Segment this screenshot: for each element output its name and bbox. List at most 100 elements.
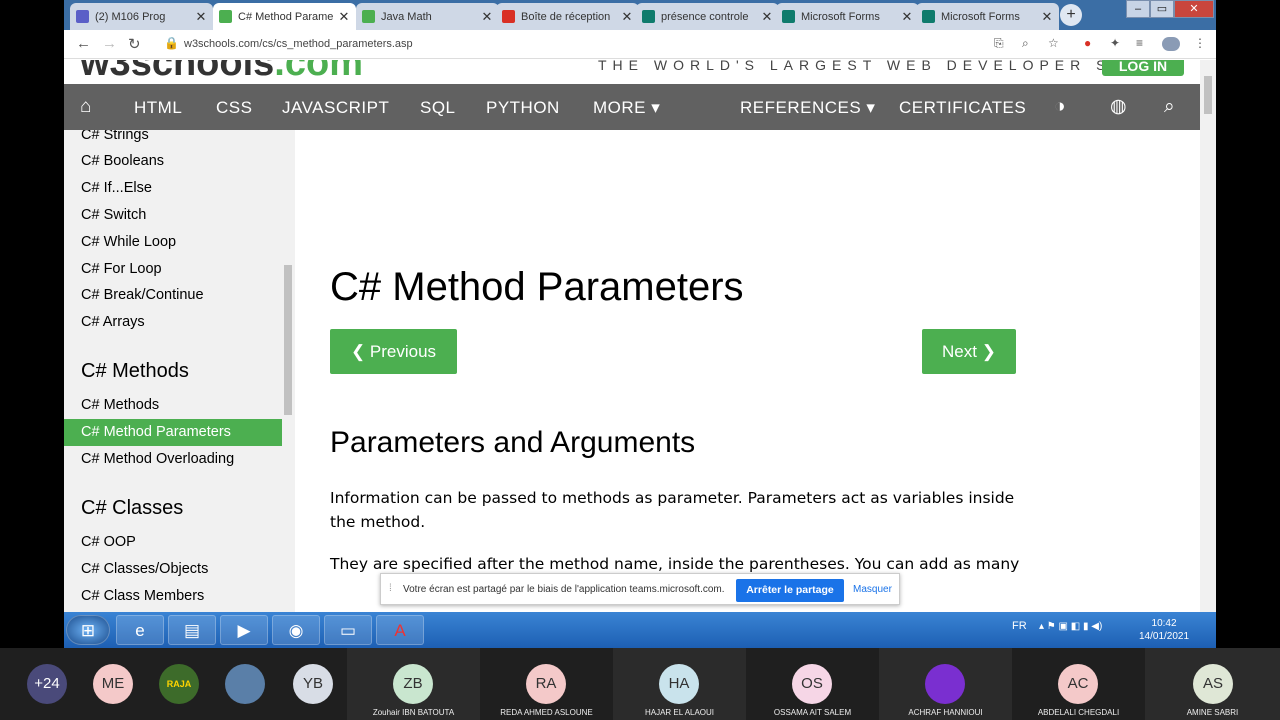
- top-nav: ⌂ HTML CSS JAVASCRIPT SQL PYTHON MORE ▾ …: [64, 84, 1200, 130]
- participant-tile[interactable]: +24: [0, 648, 67, 720]
- close-icon[interactable]: ✕: [761, 9, 773, 25]
- sidebar-item-if-else[interactable]: C# If...Else: [64, 175, 282, 202]
- browser-tab[interactable]: présence controle ✕: [636, 3, 779, 30]
- star-icon[interactable]: ☆: [1048, 36, 1059, 50]
- page-scrollbar-thumb[interactable]: [1204, 76, 1212, 114]
- close-icon[interactable]: ✕: [1041, 9, 1053, 25]
- start-button[interactable]: ⊞: [66, 615, 110, 645]
- tab-favicon-icon: [76, 10, 89, 23]
- page-scrollbar[interactable]: [1200, 60, 1216, 612]
- participant-tile[interactable]: YB: [264, 648, 346, 720]
- participant-tile[interactable]: RAJA: [132, 648, 199, 720]
- previous-button[interactable]: ❮ Previous: [330, 329, 457, 374]
- participant-tile[interactable]: ACHRAF HANNIOUI: [879, 648, 1012, 720]
- nav-references[interactable]: REFERENCES ▾: [740, 84, 875, 130]
- kebab-menu-icon[interactable]: ⋮: [1194, 36, 1206, 50]
- sidebar-item-booleans[interactable]: C# Booleans: [64, 148, 282, 175]
- nav-more[interactable]: MORE ▾: [593, 84, 660, 130]
- maximize-button[interactable]: ▭: [1150, 0, 1174, 18]
- nav-javascript[interactable]: JAVASCRIPT: [282, 84, 389, 130]
- search-icon[interactable]: ⌕: [1164, 84, 1175, 130]
- hide-banner-link[interactable]: Masquer: [853, 584, 892, 595]
- sidebar-item-strings[interactable]: C# Strings: [64, 130, 282, 149]
- back-icon[interactable]: ←: [76, 35, 91, 52]
- nav-css[interactable]: CSS: [216, 84, 252, 130]
- sidebar-scrollbar-thumb[interactable]: [284, 265, 292, 415]
- sidebar-item-break-continue[interactable]: C# Break/Continue: [64, 282, 282, 309]
- browser-tab-active[interactable]: C# Method Parame ✕: [213, 3, 356, 30]
- folder-icon[interactable]: ▭: [324, 615, 372, 645]
- participant-tile[interactable]: ZB Zouhair IBN BATOUTA: [347, 648, 480, 720]
- teams-participant-strip: +24 ME RAJA YB ZB Zouhair IBN BATOUTA RA R…: [0, 648, 1280, 720]
- internet-explorer-icon[interactable]: e: [116, 615, 164, 645]
- nav-certificates[interactable]: CERTIFICATES: [899, 84, 1026, 130]
- window-close-button[interactable]: ✕: [1174, 0, 1214, 18]
- puzzle-icon[interactable]: ✦: [1110, 36, 1120, 50]
- login-button[interactable]: LOG IN: [1102, 60, 1184, 76]
- extension-icon[interactable]: ●: [1084, 36, 1091, 50]
- participant-tile[interactable]: RA REDA AHMED ASLOUNE: [480, 648, 613, 720]
- participant-tile[interactable]: ME: [66, 648, 133, 720]
- participant-tile[interactable]: [198, 648, 265, 720]
- nav-python[interactable]: PYTHON: [486, 84, 560, 130]
- avatar-photo: [225, 664, 265, 704]
- browser-tab[interactable]: (2) M106 Prog ✕: [70, 3, 213, 30]
- minimize-button[interactable]: –: [1126, 0, 1150, 18]
- screen-share-banner: ⁞ Votre écran est partagé par le biais d…: [380, 573, 900, 605]
- browser-tab[interactable]: Microsoft Forms ✕: [776, 3, 919, 30]
- tray-language[interactable]: FR: [1012, 620, 1027, 632]
- close-icon[interactable]: ✕: [195, 9, 207, 25]
- site-logo[interactable]: w3schools.com: [80, 60, 363, 84]
- forward-icon[interactable]: →: [102, 35, 117, 52]
- acrobat-icon[interactable]: A: [376, 615, 424, 645]
- sidebar-item-class-members[interactable]: C# Class Members: [64, 583, 282, 610]
- close-icon[interactable]: ✕: [481, 9, 493, 25]
- participant-tile[interactable]: OS OSSAMA AIT SALEM: [746, 648, 879, 720]
- reading-list-icon[interactable]: ≡: [1136, 36, 1143, 50]
- chrome-icon[interactable]: ◉: [272, 615, 320, 645]
- participant-tile[interactable]: AS AMINE SABRI: [1145, 648, 1280, 720]
- translate-icon[interactable]: ⎘: [994, 36, 1004, 51]
- windows-taskbar: ⊞ e ▤ ▶ ◉ ▭ A FR ▴ ⚑ ▣ ◧ ▮ ◀) 10:42 14/0…: [64, 612, 1216, 648]
- next-button[interactable]: Next ❯: [922, 329, 1016, 374]
- sidebar-item-switch[interactable]: C# Switch: [64, 202, 282, 229]
- reload-icon[interactable]: ↻: [128, 35, 141, 53]
- share-message: Votre écran est partagé par le biais de …: [403, 584, 725, 595]
- browser-tab[interactable]: Microsoft Forms ✕: [916, 3, 1059, 30]
- sidebar-item-methods[interactable]: C# Methods: [64, 392, 282, 419]
- browser-tab[interactable]: Boîte de réception ✕: [496, 3, 639, 30]
- browser-toolbar: ← → ↻ 🔒 w3schools.com/cs/cs_method_param…: [64, 30, 1216, 59]
- profile-avatar[interactable]: [1162, 37, 1180, 51]
- sidebar-item-method-parameters[interactable]: C# Method Parameters: [64, 419, 282, 446]
- tab-favicon-icon: [219, 10, 232, 23]
- stop-sharing-button[interactable]: Arrêter le partage: [736, 579, 844, 602]
- tab-favicon-icon: [362, 10, 375, 23]
- browser-tab[interactable]: Java Math ✕: [356, 3, 499, 30]
- new-tab-button[interactable]: +: [1060, 4, 1082, 26]
- nav-html[interactable]: HTML: [134, 84, 182, 130]
- sidebar-item-for-loop[interactable]: C# For Loop: [64, 256, 282, 283]
- sidebar-item-method-overloading[interactable]: C# Method Overloading: [64, 446, 282, 473]
- zoom-icon[interactable]: ⌕: [1022, 36, 1029, 51]
- media-player-icon[interactable]: ▶: [220, 615, 268, 645]
- tab-favicon-icon: [922, 10, 935, 23]
- nav-sql[interactable]: SQL: [420, 84, 456, 130]
- close-icon[interactable]: ✕: [901, 9, 913, 25]
- system-clock[interactable]: 10:42 14/01/2021: [1139, 617, 1189, 643]
- sidebar-item-classes-objects[interactable]: C# Classes/Objects: [64, 556, 282, 583]
- home-icon[interactable]: ⌂: [80, 84, 91, 130]
- sidebar-heading-classes: C# Classes: [81, 497, 184, 519]
- participant-tile[interactable]: HA HAJAR EL ALAOUI: [613, 648, 746, 720]
- theme-toggle-icon[interactable]: ◑: [1054, 84, 1065, 130]
- tray-icons[interactable]: ▴ ⚑ ▣ ◧ ▮ ◀): [1039, 621, 1102, 632]
- participant-tile[interactable]: AC ABDELALI CHEGDALI: [1012, 648, 1145, 720]
- sidebar-item-oop[interactable]: C# OOP: [64, 529, 282, 556]
- sidebar-item-while-loop[interactable]: C# While Loop: [64, 229, 282, 256]
- file-explorer-icon[interactable]: ▤: [168, 615, 216, 645]
- close-icon[interactable]: ✕: [338, 9, 350, 25]
- globe-icon[interactable]: ◍: [1110, 84, 1127, 130]
- close-icon[interactable]: ✕: [621, 9, 633, 25]
- drag-handle-icon[interactable]: ⁞: [389, 583, 392, 594]
- sidebar-item-arrays[interactable]: C# Arrays: [64, 309, 282, 336]
- main-content: C# Method Parameters ❮ Previous Next ❯ P…: [295, 130, 1200, 612]
